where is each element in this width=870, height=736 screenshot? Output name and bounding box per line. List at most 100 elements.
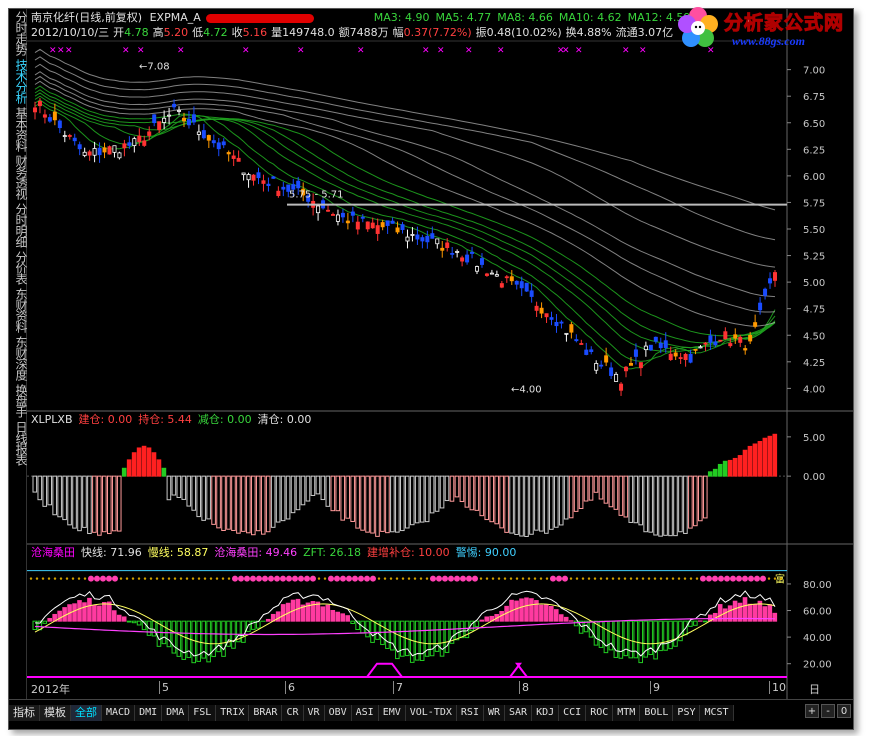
signal-dot — [677, 577, 681, 580]
tab-asi[interactable]: ASI — [351, 705, 379, 721]
low-bar — [563, 616, 569, 622]
signal-dot — [179, 577, 183, 580]
tab-cr[interactable]: CR — [282, 705, 304, 721]
chart-area[interactable]: 南京化纤(日线,前复权) EXPMA_A MA3: 4.90 MA5: 4.77 M… — [27, 9, 853, 699]
tab-brar[interactable]: BRAR — [249, 705, 283, 721]
mid-bar — [434, 475, 440, 512]
low-bar — [72, 603, 77, 622]
low-bar — [62, 607, 67, 622]
candle-body — [226, 152, 231, 155]
candle-body — [87, 151, 92, 156]
signal-dot — [539, 577, 543, 580]
mid-bar — [658, 475, 663, 537]
tab-模板[interactable]: 模板 — [40, 705, 71, 721]
tab-emv[interactable]: EMV — [378, 705, 406, 721]
tab-sar[interactable]: SAR — [505, 705, 533, 721]
tab-cci[interactable]: CCI — [559, 705, 587, 721]
reset-button[interactable]: 0 — [837, 704, 851, 718]
sidebar-item-4[interactable]: 分时明细 — [9, 201, 28, 249]
mid-bar — [131, 452, 137, 477]
candle-body — [385, 220, 390, 226]
tab-boll[interactable]: BOLL — [640, 705, 674, 721]
tab-kdj[interactable]: KDJ — [532, 705, 560, 721]
candle-body — [276, 190, 281, 196]
zoom-in-button[interactable]: + — [805, 704, 819, 718]
candle-body — [52, 111, 57, 121]
box-label: 5.75 - 5.71 — [289, 190, 344, 201]
signal-dot — [527, 577, 531, 580]
tab-vr[interactable]: VR — [303, 705, 325, 721]
mid-bar — [395, 475, 400, 533]
signal-dot — [185, 577, 189, 580]
candle-body — [370, 222, 375, 229]
candle-body — [723, 331, 728, 340]
low-bar — [335, 611, 341, 622]
signal-dot — [149, 577, 153, 580]
tab-wr[interactable]: WR — [483, 705, 506, 721]
date-axis: 2012年5678910日线 — [27, 679, 820, 712]
slow-value: 慢线: 58.87 — [147, 546, 209, 559]
sidebar-item-5[interactable]: 分价表 — [9, 249, 28, 286]
signal-dot — [635, 577, 639, 580]
candle-body — [77, 144, 82, 150]
mid-bar — [121, 467, 127, 477]
tab-psy[interactable]: PSY — [673, 705, 701, 721]
tab-dma[interactable]: DMA — [162, 705, 190, 721]
logo-brand: 分析家公式网 — [723, 12, 845, 35]
signal-dot — [605, 577, 609, 580]
sidebar-item-6[interactable]: 东财资料 — [9, 286, 28, 334]
tab-指标[interactable]: 指标 — [9, 705, 40, 721]
month-label-7: 7 — [393, 681, 403, 694]
candle-body — [743, 348, 748, 351]
tab-vol-tdx[interactable]: VOL-TDX — [405, 705, 457, 721]
tab-mcst[interactable]: MCST — [700, 705, 734, 721]
sidebar-item-0[interactable]: 分时走势 — [9, 9, 28, 57]
tab-dmi[interactable]: DMI — [135, 705, 163, 721]
sidebar-item-1[interactable]: 技术分析 — [9, 57, 28, 105]
sidebar-item-8[interactable]: 换盘手 — [9, 382, 28, 419]
candle-body — [768, 278, 773, 284]
jt-value: 警惕: 90.00 — [455, 546, 517, 559]
candle-body — [246, 174, 251, 181]
low-bar — [116, 614, 122, 622]
sidebar-item-9[interactable]: 日线报表 — [9, 419, 28, 467]
sidebar-item-7[interactable]: 东财深度 — [9, 334, 28, 382]
tab-macd[interactable]: MACD — [102, 705, 136, 721]
candle-body — [653, 336, 658, 342]
signal-dot — [268, 575, 274, 582]
signal-dot — [509, 577, 513, 580]
candle-body — [713, 341, 718, 346]
tab-fsl[interactable]: FSL — [189, 705, 217, 721]
candle-body — [216, 142, 221, 150]
month-label-9: 9 — [650, 681, 660, 694]
signal-dot — [671, 577, 675, 580]
low-bar — [454, 620, 460, 641]
candle-body — [172, 103, 177, 108]
tab-rsi[interactable]: RSI — [456, 705, 484, 721]
mid-bar — [593, 475, 599, 493]
mid-bar — [712, 468, 718, 477]
zoom-out-button[interactable]: - — [821, 704, 835, 718]
low-bar — [87, 597, 92, 622]
price-tick-label: 5.25 — [803, 252, 825, 263]
candle-body — [191, 114, 196, 123]
tab-trix[interactable]: TRIX — [216, 705, 250, 721]
mid-bar — [414, 475, 420, 524]
ma-line-12 — [34, 89, 776, 344]
signal-dot — [346, 575, 352, 582]
tab-mtm[interactable]: MTM — [613, 705, 641, 721]
signal-dot — [143, 577, 147, 580]
low-bar — [693, 620, 698, 626]
month-label-5: 5 — [159, 681, 169, 694]
mid-bar — [688, 475, 693, 529]
price-tick-label: 5.75 — [803, 198, 825, 209]
tab-obv[interactable]: OBV — [324, 705, 352, 721]
mid-bar — [42, 475, 48, 507]
tab-roc[interactable]: ROC — [586, 705, 614, 721]
zft-value: ZFT: 26.18 — [303, 546, 361, 559]
mid-bar — [231, 475, 236, 531]
sidebar-item-2[interactable]: 基本资料 — [9, 105, 28, 153]
tab-全部[interactable]: 全部 — [71, 705, 102, 721]
sidebar-item-3[interactable]: 财务透视 — [9, 153, 28, 201]
signal-dot — [209, 577, 213, 580]
